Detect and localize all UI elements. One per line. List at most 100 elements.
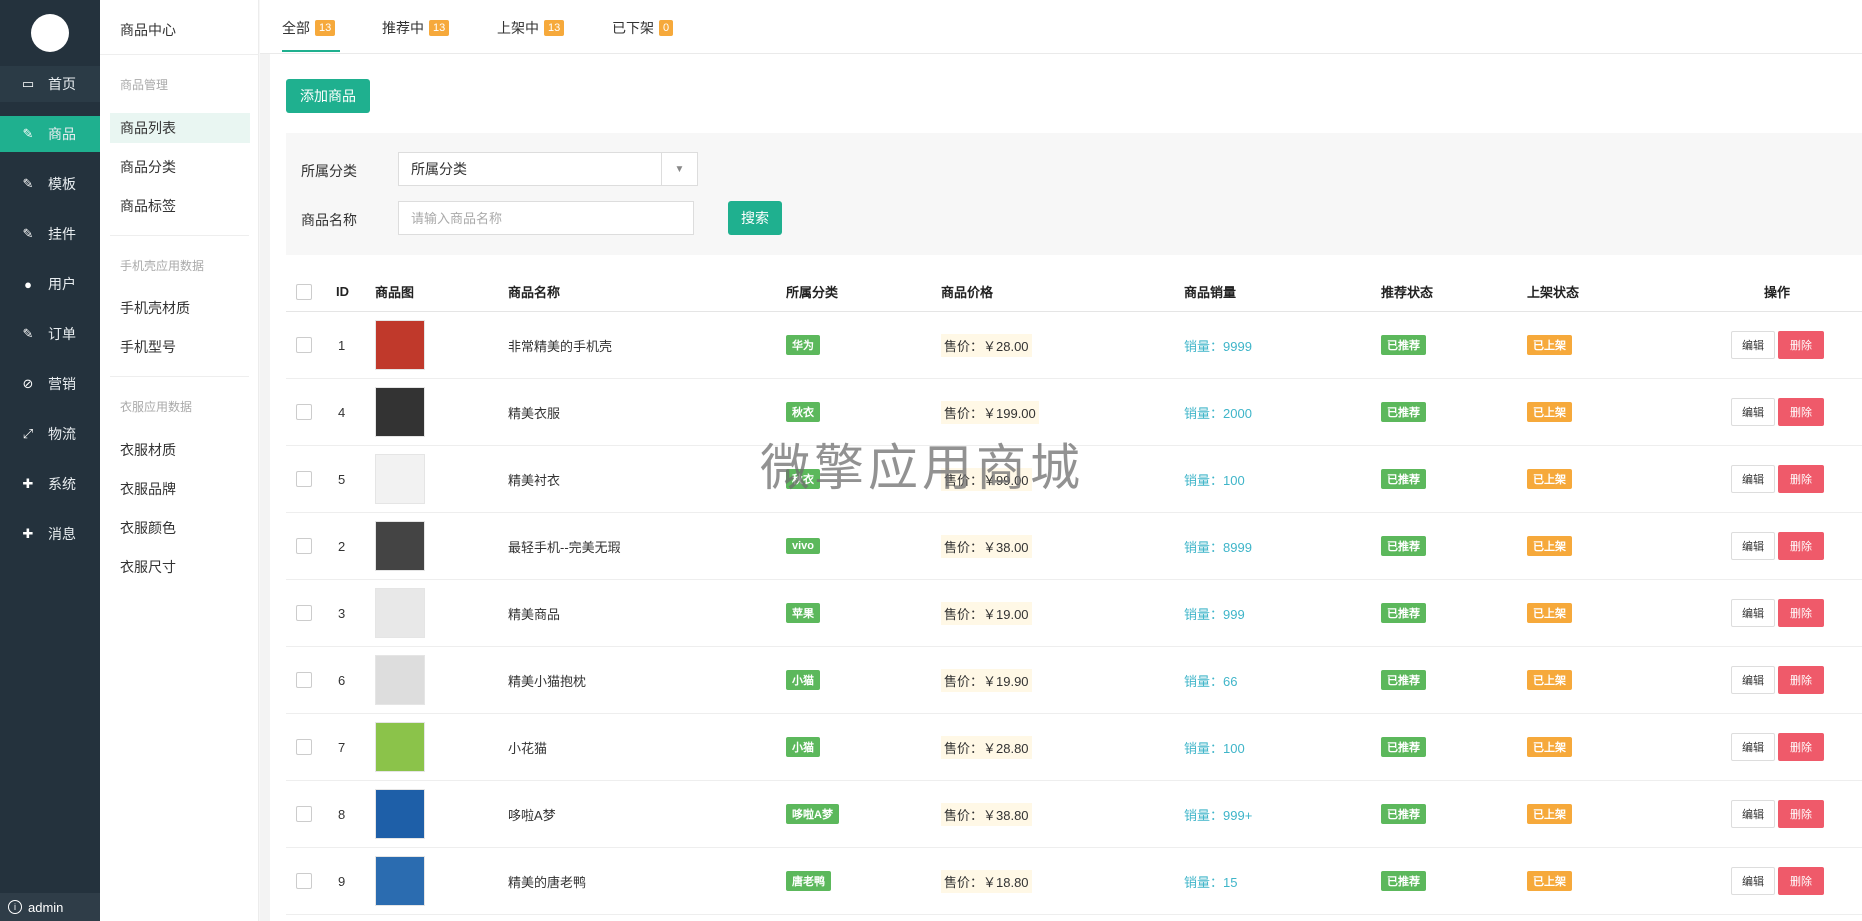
tab-all[interactable]: 全部 13	[282, 18, 336, 38]
shelf-status-badge[interactable]: 已上架	[1527, 670, 1572, 690]
sidebar-item-label: 模板	[48, 176, 76, 192]
row-checkbox[interactable]	[296, 873, 312, 889]
category-select-value: 所属分类	[411, 161, 467, 177]
table-row: 1 非常精美的手机壳 华为 售价：￥28.00 销量：9999 已推荐 已上架 编辑 删除	[286, 312, 1862, 379]
row-price: 售价：￥19.90	[941, 668, 1032, 692]
add-product-button[interactable]: 添加商品	[286, 79, 370, 113]
select-all-checkbox[interactable]	[296, 283, 312, 300]
edit-button[interactable]: 编辑	[1731, 666, 1775, 694]
col-sales: 商品销量	[1184, 285, 1237, 300]
ban-icon: ⊘	[22, 376, 34, 391]
tab-on-shelf[interactable]: 上架中 13	[497, 18, 565, 38]
delete-button[interactable]: 删除	[1778, 599, 1824, 627]
row-name: 非常精美的手机壳	[508, 338, 613, 354]
row-checkbox[interactable]	[296, 337, 312, 353]
row-id: 7	[338, 739, 346, 755]
edit-button[interactable]: 编辑	[1731, 800, 1775, 828]
delete-button[interactable]: 删除	[1778, 733, 1824, 761]
edit-button[interactable]: 编辑	[1731, 733, 1775, 761]
shelf-status-badge[interactable]: 已上架	[1527, 737, 1572, 757]
subnav-item-cloth-size[interactable]: 衣服尺寸	[110, 552, 250, 582]
recommend-badge[interactable]: 已推荐	[1381, 469, 1426, 489]
chevron-down-icon[interactable]: ▼	[661, 153, 697, 185]
subnav-item-cloth-color[interactable]: 衣服颜色	[110, 513, 250, 543]
user-bar[interactable]: i admin	[0, 893, 100, 921]
recommend-badge[interactable]: 已推荐	[1381, 335, 1426, 355]
delete-button[interactable]: 删除	[1778, 465, 1824, 493]
search-button[interactable]: 搜索	[728, 201, 782, 235]
shelf-status-badge[interactable]: 已上架	[1527, 335, 1572, 355]
row-checkbox[interactable]	[296, 538, 312, 554]
recommend-badge[interactable]: 已推荐	[1381, 402, 1426, 422]
sidebar-item-products[interactable]: ✎ 商品	[0, 116, 100, 152]
sidebar-item-home[interactable]: ▭ 首页	[0, 66, 100, 102]
tab-label: 上架中	[497, 20, 539, 36]
edit-button[interactable]: 编辑	[1731, 532, 1775, 560]
subnav-item-product-category[interactable]: 商品分类	[110, 152, 250, 182]
subnav-item-phone-model[interactable]: 手机型号	[110, 332, 250, 362]
tab-off-shelf[interactable]: 已下架 0	[612, 18, 674, 38]
delete-button[interactable]: 删除	[1778, 398, 1824, 426]
edit-button[interactable]: 编辑	[1731, 398, 1775, 426]
sidebar-item-messages[interactable]: ✚ 消息	[0, 516, 100, 552]
delete-button[interactable]: 删除	[1778, 666, 1824, 694]
sidebar-item-label: 商品	[48, 126, 76, 142]
subnav-item-product-tag[interactable]: 商品标签	[110, 191, 250, 221]
shelf-status-badge[interactable]: 已上架	[1527, 603, 1572, 623]
avocado-image	[375, 722, 425, 772]
recommend-badge[interactable]: 已推荐	[1381, 804, 1426, 824]
row-price: 售价：￥19.00	[941, 601, 1032, 625]
sidebar-item-templates[interactable]: ✎ 模板	[0, 166, 100, 202]
tab-recommended[interactable]: 推荐中 13	[382, 18, 450, 38]
sidebar-item-orders[interactable]: ✎ 订单	[0, 316, 100, 352]
row-checkbox[interactable]	[296, 739, 312, 755]
subnav-item-case-material[interactable]: 手机壳材质	[110, 293, 250, 323]
duck-image	[375, 856, 425, 906]
row-checkbox[interactable]	[296, 404, 312, 420]
avatar[interactable]	[31, 14, 69, 52]
plus-icon: ✚	[22, 476, 34, 491]
sidebar-item-system[interactable]: ✚ 系统	[0, 466, 100, 502]
row-checkbox[interactable]	[296, 471, 312, 487]
delete-button[interactable]: 删除	[1778, 532, 1824, 560]
table-header: ID 商品图 商品名称 所属分类 商品价格 商品销量 推荐状态 上架状态 操作	[286, 272, 1862, 312]
edit-button[interactable]: 编辑	[1731, 867, 1775, 895]
shelf-status-badge[interactable]: 已上架	[1527, 536, 1572, 556]
doraemon-image	[375, 789, 425, 839]
subnav-item-cloth-material[interactable]: 衣服材质	[110, 435, 250, 465]
row-checkbox[interactable]	[296, 672, 312, 688]
row-name: 哆啦A梦	[508, 807, 556, 823]
row-price: 售价：￥28.80	[941, 735, 1032, 759]
category-select[interactable]: 所属分类 ▼	[398, 152, 698, 186]
category-tag: 小猫	[786, 737, 820, 757]
group-title: 衣服应用数据	[120, 400, 193, 414]
shelf-status-badge[interactable]: 已上架	[1527, 469, 1572, 489]
recommend-badge[interactable]: 已推荐	[1381, 670, 1426, 690]
subnav-item-product-list[interactable]: 商品列表	[110, 113, 250, 143]
subnav-item-cloth-brand[interactable]: 衣服品牌	[110, 474, 250, 504]
row-checkbox[interactable]	[296, 806, 312, 822]
delete-button[interactable]: 删除	[1778, 867, 1824, 895]
sidebar-item-widgets[interactable]: ✎ 挂件	[0, 216, 100, 252]
row-checkbox[interactable]	[296, 605, 312, 621]
pencil-icon: ✎	[22, 326, 34, 341]
col-price: 商品价格	[941, 285, 994, 300]
shelf-status-badge[interactable]: 已上架	[1527, 402, 1572, 422]
sidebar-item-users[interactable]: ● 用户	[0, 266, 100, 302]
delete-button[interactable]: 删除	[1778, 331, 1824, 359]
sidebar-item-logistics[interactable]: ⤢ 物流	[0, 416, 100, 452]
recommend-badge[interactable]: 已推荐	[1381, 603, 1426, 623]
shelf-status-badge[interactable]: 已上架	[1527, 804, 1572, 824]
delete-button[interactable]: 删除	[1778, 800, 1824, 828]
edit-button[interactable]: 编辑	[1731, 465, 1775, 493]
edit-button[interactable]: 编辑	[1731, 331, 1775, 359]
recommend-badge[interactable]: 已推荐	[1381, 871, 1426, 891]
product-name-input[interactable]	[398, 201, 694, 235]
shelf-status-badge[interactable]: 已上架	[1527, 871, 1572, 891]
edit-button[interactable]: 编辑	[1731, 599, 1775, 627]
divider	[110, 376, 249, 377]
recommend-badge[interactable]: 已推荐	[1381, 737, 1426, 757]
sidebar-item-marketing[interactable]: ⊘ 营销	[0, 366, 100, 402]
recommend-badge[interactable]: 已推荐	[1381, 536, 1426, 556]
row-sales: 销量：9999	[1184, 338, 1252, 354]
